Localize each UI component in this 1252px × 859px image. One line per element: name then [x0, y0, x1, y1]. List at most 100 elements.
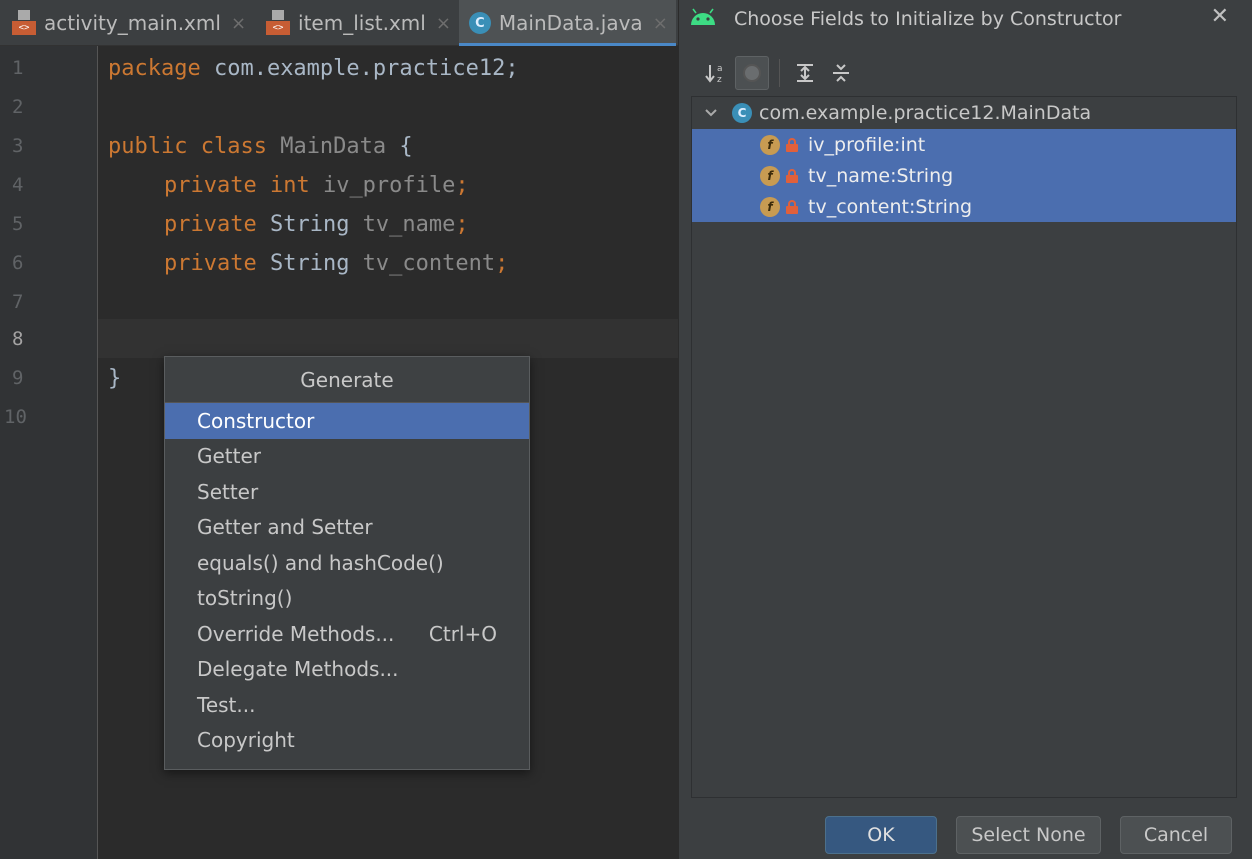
line-number: 10 — [4, 406, 27, 428]
dialog-title: Choose Fields to Initialize by Construct… — [734, 8, 1122, 30]
code-line-field-tv-content[interactable]: private String tv_content; — [164, 244, 508, 283]
code-semicolon: ; — [495, 251, 509, 276]
field-row-iv-profile[interactable]: f iv_profile:int — [692, 129, 1236, 160]
tab-activity-main-xml[interactable]: <> activity_main.xml × — [0, 0, 254, 46]
sort-alphabetically-icon[interactable]: a z — [699, 56, 733, 90]
code-field-name: tv_content — [349, 251, 496, 276]
lock-icon — [786, 168, 798, 183]
menu-item-label: Override Methods... — [197, 621, 395, 646]
menu-item-setter[interactable]: Setter — [165, 474, 529, 510]
line-number: 1 — [12, 57, 24, 79]
field-label: tv_name:String — [808, 164, 954, 187]
code-line-class-declaration[interactable]: public class MainData { — [108, 127, 413, 166]
code-semicolon: ; — [455, 212, 469, 237]
close-icon[interactable]: × — [436, 13, 451, 34]
menu-item-label: Test... — [197, 692, 256, 717]
menu-item-constructor[interactable]: Constructor — [165, 403, 529, 439]
code-type: String — [256, 212, 350, 237]
tree-root-class[interactable]: C com.example.practice12.MainData — [692, 97, 1236, 129]
menu-item-getter[interactable]: Getter — [165, 439, 529, 475]
circle-icon — [743, 64, 761, 82]
dialog-toolbar: a z — [699, 55, 860, 91]
collapse-all-icon[interactable] — [824, 56, 858, 90]
menu-item-tostring[interactable]: toString() — [165, 581, 529, 617]
line-number: 5 — [12, 213, 24, 235]
expand-glyph — [797, 64, 813, 82]
chevron-down-icon[interactable] — [704, 104, 720, 122]
code-keyword: private — [164, 251, 257, 276]
close-icon[interactable]: × — [653, 13, 668, 34]
line-number: 6 — [12, 252, 24, 274]
close-icon[interactable]: × — [231, 13, 246, 34]
fields-tree[interactable]: C com.example.practice12.MainData f iv_p… — [691, 96, 1237, 798]
menu-item-test[interactable]: Test... — [165, 687, 529, 723]
code-keyword: private int — [164, 173, 310, 198]
code-keyword: public class — [108, 134, 267, 159]
field-icon: f — [760, 165, 780, 186]
menu-item-label: Getter — [197, 444, 262, 469]
code-line-closing-brace[interactable]: } — [108, 359, 121, 398]
code-line-field-tv-name[interactable]: private String tv_name; — [164, 205, 469, 244]
code-type: String — [256, 251, 350, 276]
field-icon: f — [760, 134, 780, 155]
code-text: com.example.practice12; — [200, 56, 519, 81]
collapse-glyph — [833, 64, 849, 82]
code-line-package[interactable]: package com.example.practice12; — [108, 49, 519, 88]
lock-icon — [786, 199, 798, 214]
line-number: 7 — [12, 291, 24, 313]
code-brace: { — [386, 134, 413, 159]
xml-file-icon: <> — [264, 10, 291, 36]
lock-icon — [786, 137, 798, 152]
ok-button[interactable]: OK — [825, 816, 937, 854]
android-icon — [691, 8, 715, 25]
line-number: 3 — [12, 135, 24, 157]
tab-label: MainData.java — [498, 11, 643, 35]
dialog-title-bar[interactable]: Choose Fields to Initialize by Construct… — [679, 0, 1252, 40]
line-number: 2 — [12, 96, 24, 118]
xml-file-icon: <> — [10, 10, 36, 36]
menu-item-label: toString() — [197, 586, 293, 611]
menu-item-label: Getter and Setter — [197, 515, 373, 540]
code-semicolon: ; — [455, 173, 469, 198]
cancel-button[interactable]: Cancel — [1120, 816, 1232, 854]
code-keyword: package — [108, 56, 201, 81]
generate-popup-menu: Generate Constructor Getter Setter Gette… — [164, 356, 530, 770]
java-class-icon: C — [468, 12, 491, 34]
editor-tab-bar: <> activity_main.xml × <> item_list.xml … — [0, 0, 678, 46]
code-field-name: tv_name — [349, 212, 456, 237]
menu-item-getter-and-setter[interactable]: Getter and Setter — [165, 510, 529, 546]
select-none-button[interactable]: Select None — [956, 816, 1101, 854]
tab-item-list-xml[interactable]: <> item_list.xml × — [254, 0, 459, 46]
menu-item-shortcut: Ctrl+O — [428, 621, 497, 646]
menu-item-label: Setter — [197, 479, 259, 504]
show-classes-icon[interactable] — [735, 56, 769, 90]
popup-title: Generate — [165, 357, 529, 403]
menu-item-equals-hashcode[interactable]: equals() and hashCode() — [165, 545, 529, 581]
menu-item-delegate-methods[interactable]: Delegate Methods... — [165, 652, 529, 688]
field-row-tv-name[interactable]: f tv_name:String — [692, 160, 1236, 191]
menu-item-label: Copyright — [197, 728, 295, 753]
menu-item-override-methods[interactable]: Override Methods... Ctrl+O — [165, 616, 529, 652]
tab-maindata-java[interactable]: C MainData.java × — [458, 0, 676, 46]
tree-root-label: com.example.practice12.MainData — [759, 102, 1092, 124]
line-number: 9 — [12, 367, 24, 389]
field-row-tv-content[interactable]: f tv_content:String — [692, 191, 1236, 222]
line-number-current: 8 — [12, 328, 24, 350]
toolbar-separator — [779, 59, 780, 87]
current-line-highlight — [98, 319, 678, 358]
choose-fields-dialog: Choose Fields to Initialize by Construct… — [678, 0, 1252, 859]
sort-glyph: a z — [705, 64, 723, 84]
svg-text:z: z — [717, 75, 722, 84]
java-class-icon: C — [732, 103, 752, 123]
tab-label: item_list.xml — [298, 11, 426, 35]
code-line-field-iv-profile[interactable]: private int iv_profile; — [164, 166, 469, 205]
line-number: 4 — [12, 174, 24, 196]
code-field-name: iv_profile — [309, 173, 456, 198]
tab-label: activity_main.xml — [44, 11, 221, 35]
expand-all-icon[interactable] — [788, 56, 822, 90]
code-editor[interactable]: <> activity_main.xml × <> item_list.xml … — [0, 0, 678, 859]
menu-item-copyright[interactable]: Copyright — [165, 723, 529, 759]
code-keyword: private — [164, 212, 257, 237]
menu-item-label: Delegate Methods... — [197, 657, 399, 682]
close-icon[interactable]: ✕ — [1211, 4, 1229, 29]
